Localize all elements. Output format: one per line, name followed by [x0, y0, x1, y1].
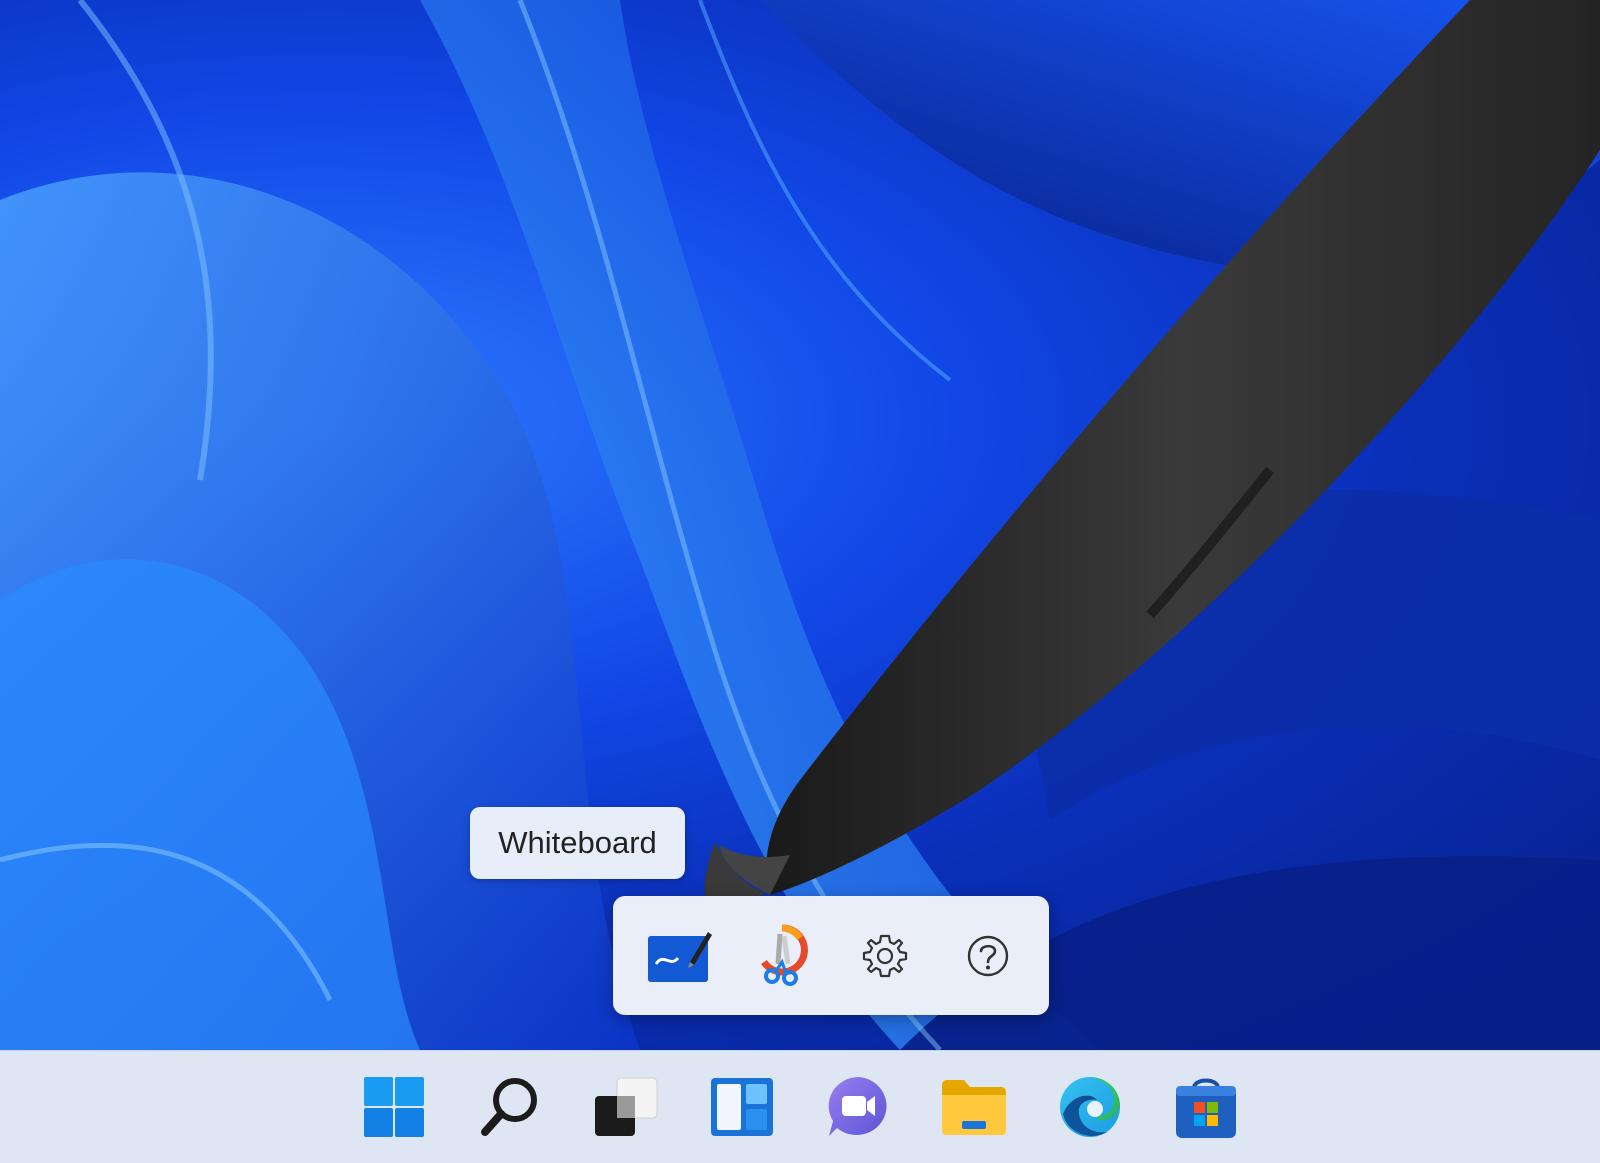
- gear-icon: [862, 934, 907, 977]
- folder-icon: [942, 1080, 1006, 1135]
- whiteboard-tooltip: Whiteboard: [470, 807, 685, 879]
- taskbar-start[interactable]: [336, 1057, 452, 1157]
- pen-menu-settings[interactable]: [833, 906, 936, 1006]
- desktop-wallpaper: [0, 0, 1600, 1050]
- taskbar-file-explorer[interactable]: [916, 1057, 1032, 1157]
- taskbar-search[interactable]: [452, 1057, 568, 1157]
- taskbar-task-view[interactable]: [568, 1057, 684, 1157]
- tooltip-label: Whiteboard: [498, 825, 657, 860]
- widgets-icon: [711, 1078, 773, 1136]
- store-icon: [1176, 1078, 1236, 1138]
- pen-menu: [613, 896, 1049, 1015]
- pen-menu-help[interactable]: [936, 906, 1039, 1006]
- snipping-tool-icon: [760, 923, 808, 986]
- taskbar: [0, 1050, 1600, 1163]
- taskbar-edge[interactable]: [1032, 1057, 1148, 1157]
- chat-icon: [828, 1077, 887, 1136]
- windows-logo-icon: [364, 1077, 424, 1137]
- search-icon: [481, 1078, 537, 1136]
- pen-menu-snipping-tool[interactable]: [730, 906, 833, 1006]
- question-icon: [967, 935, 1008, 976]
- wallpaper-bloom: [0, 0, 1600, 1050]
- taskbar-chat[interactable]: [800, 1057, 916, 1157]
- taskbar-store[interactable]: [1148, 1057, 1264, 1157]
- taskbar-widgets[interactable]: [684, 1057, 800, 1157]
- pen-menu-whiteboard[interactable]: [627, 906, 730, 1006]
- whiteboard-icon: [647, 931, 712, 982]
- task-view-icon: [595, 1077, 658, 1136]
- edge-icon: [1060, 1077, 1120, 1137]
